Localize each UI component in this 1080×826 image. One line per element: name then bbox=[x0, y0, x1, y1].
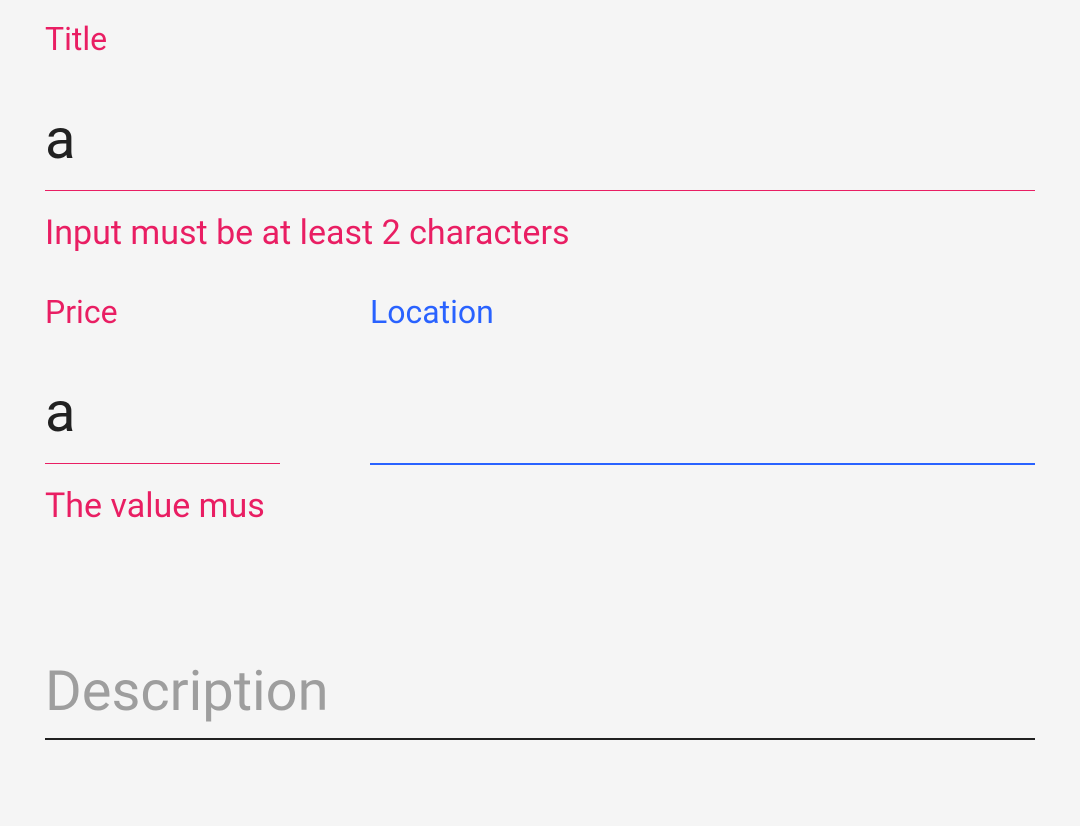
location-label: Location bbox=[370, 293, 1035, 331]
location-input[interactable] bbox=[370, 379, 1035, 465]
price-field-group: Price The value mus bbox=[45, 293, 280, 526]
price-error-message: The value mus bbox=[45, 486, 280, 526]
price-input[interactable] bbox=[45, 379, 280, 464]
title-field-group: Title Input must be at least 2 character… bbox=[45, 20, 1035, 253]
location-field-group: Location bbox=[370, 293, 1035, 526]
price-location-row: Price The value mus Location bbox=[45, 293, 1035, 566]
title-label: Title bbox=[45, 20, 1035, 58]
title-input[interactable] bbox=[45, 106, 1035, 191]
title-error-message: Input must be at least 2 characters bbox=[45, 213, 1035, 253]
price-label: Price bbox=[45, 293, 280, 331]
description-field-group bbox=[45, 658, 1035, 740]
description-input[interactable] bbox=[45, 658, 1035, 740]
form-container: Title Input must be at least 2 character… bbox=[0, 0, 1080, 740]
